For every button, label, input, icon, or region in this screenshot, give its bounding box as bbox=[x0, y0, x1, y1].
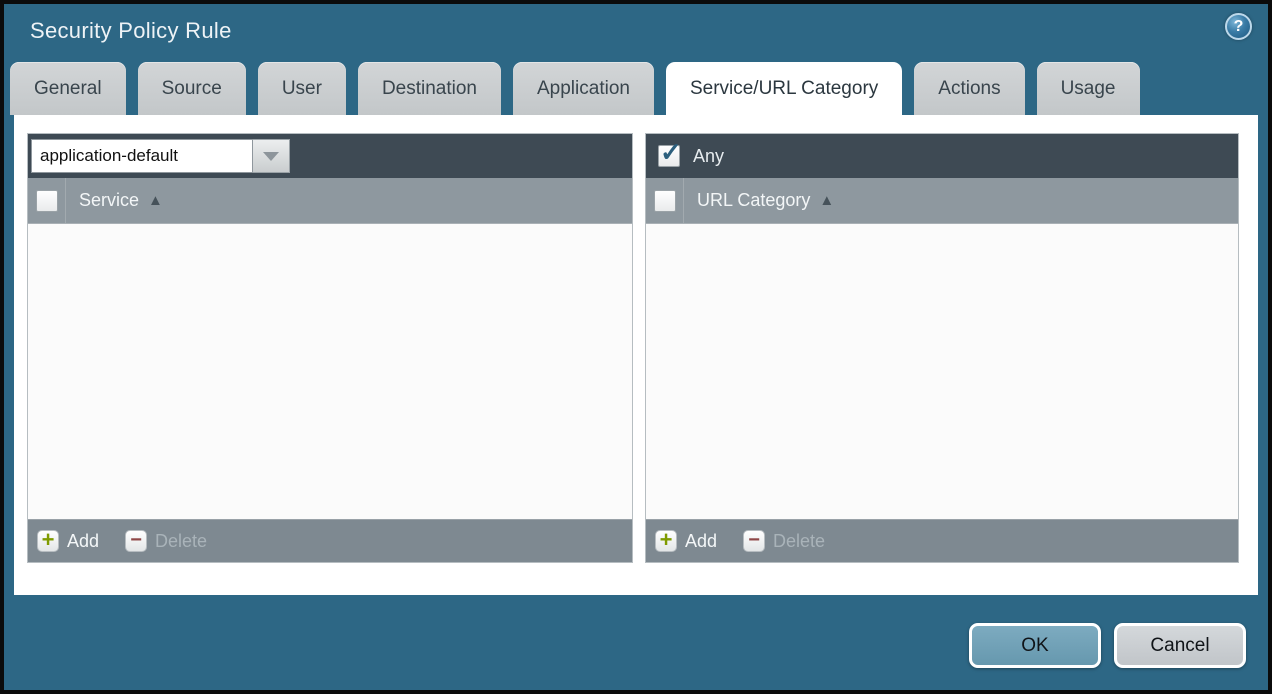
delete-url-category-button[interactable]: − Delete bbox=[743, 530, 825, 552]
any-label: Any bbox=[693, 146, 724, 167]
tab-usage[interactable]: Usage bbox=[1037, 62, 1140, 115]
service-select-all-checkbox[interactable] bbox=[36, 190, 58, 212]
url-category-panel: ✓ Any URL Category ▲ + Add bbox=[645, 133, 1239, 563]
plus-icon: + bbox=[660, 529, 673, 551]
tab-bar: General Source User Destination Applicat… bbox=[4, 62, 1268, 115]
cancel-button[interactable]: Cancel bbox=[1114, 623, 1246, 668]
service-type-dropdown-input[interactable] bbox=[31, 139, 253, 173]
url-category-column-header[interactable]: URL Category ▲ bbox=[697, 190, 834, 211]
tab-source[interactable]: Source bbox=[138, 62, 246, 115]
tab-content: Service ▲ + Add − Delete bbox=[14, 115, 1258, 595]
service-type-dropdown bbox=[31, 139, 290, 173]
service-toolbar bbox=[28, 134, 632, 178]
dialog-title: Security Policy Rule bbox=[30, 18, 232, 44]
tab-actions[interactable]: Actions bbox=[914, 62, 1024, 115]
service-column-header[interactable]: Service ▲ bbox=[79, 190, 163, 211]
tab-destination[interactable]: Destination bbox=[358, 62, 501, 115]
dialog-action-bar: OK Cancel bbox=[4, 623, 1246, 668]
service-table-header: Service ▲ bbox=[28, 178, 632, 224]
url-category-table-header: URL Category ▲ bbox=[646, 178, 1238, 224]
checkmark-icon: ✓ bbox=[660, 139, 682, 165]
url-category-select-all-checkbox[interactable] bbox=[654, 190, 676, 212]
url-category-toolbar: ✓ Any bbox=[646, 134, 1238, 178]
tab-general[interactable]: General bbox=[10, 62, 126, 115]
tab-service-url-category[interactable]: Service/URL Category bbox=[666, 62, 902, 115]
title-bar: Security Policy Rule ? bbox=[4, 4, 1268, 62]
service-table-body bbox=[28, 224, 632, 519]
chevron-down-icon bbox=[263, 152, 279, 161]
service-type-dropdown-button[interactable] bbox=[253, 139, 290, 173]
add-url-category-button[interactable]: + Add bbox=[655, 530, 717, 552]
url-category-footer: + Add − Delete bbox=[646, 519, 1238, 562]
minus-icon: − bbox=[748, 530, 760, 550]
sort-ascending-icon: ▲ bbox=[148, 193, 163, 208]
plus-icon: + bbox=[42, 529, 55, 551]
ok-button[interactable]: OK bbox=[969, 623, 1101, 668]
sort-ascending-icon: ▲ bbox=[819, 193, 834, 208]
service-footer: + Add − Delete bbox=[28, 519, 632, 562]
tab-user[interactable]: User bbox=[258, 62, 346, 115]
any-checkbox[interactable]: ✓ bbox=[658, 145, 680, 167]
minus-icon: − bbox=[130, 530, 142, 550]
url-category-table-body bbox=[646, 224, 1238, 519]
delete-service-button[interactable]: − Delete bbox=[125, 530, 207, 552]
help-icon[interactable]: ? bbox=[1225, 13, 1252, 40]
add-service-button[interactable]: + Add bbox=[37, 530, 99, 552]
tab-application[interactable]: Application bbox=[513, 62, 654, 115]
service-panel: Service ▲ + Add − Delete bbox=[27, 133, 633, 563]
security-policy-rule-dialog: Security Policy Rule ? General Source Us… bbox=[0, 0, 1272, 694]
